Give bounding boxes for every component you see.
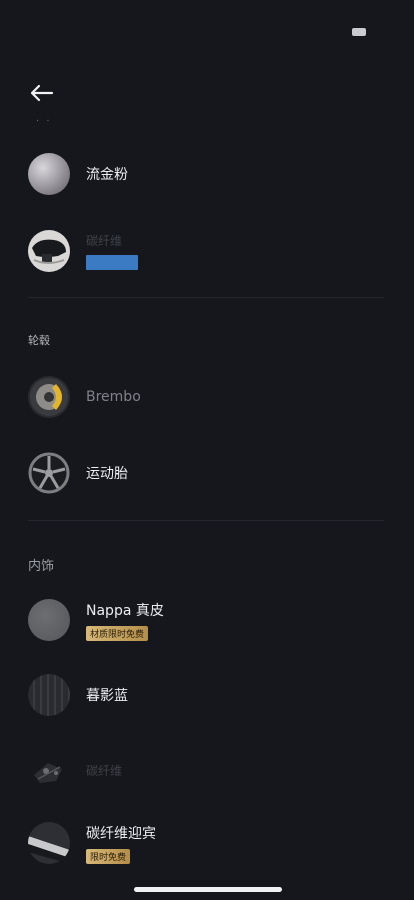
carbon-part-thumb (28, 749, 70, 791)
home-indicator[interactable] (134, 887, 282, 892)
divider (28, 297, 384, 298)
option-label: 暮影蓝 (86, 688, 128, 704)
option-label: 流金粉 (86, 167, 128, 183)
option-label: Brembo (86, 389, 141, 405)
promo-badge: 材质限时免费 (86, 625, 149, 641)
option-carbon-mirror[interactable]: 碳纤维 (28, 226, 394, 276)
faded-heading: · · (36, 116, 52, 127)
arrow-left-icon (30, 84, 54, 102)
section-title-interior: 内饰 (28, 559, 55, 574)
option-label: 碳纤维 (86, 234, 123, 248)
option-carbon-part[interactable]: 碳纤维 (28, 745, 394, 795)
option-wheel[interactable]: 运动胎 (28, 448, 394, 498)
brake-caliper-thumb (28, 376, 70, 418)
option-label: 碳纤维迎宾 (86, 825, 156, 842)
section-title-wheels: 轮毂 (28, 334, 50, 347)
battery-icon (352, 28, 366, 36)
option-dusk-blue[interactable]: 暮影蓝 (28, 670, 394, 720)
swatch-rose-gold (28, 153, 70, 195)
option-label: 碳纤维 (86, 763, 123, 778)
carbon-sill-thumb (28, 822, 70, 864)
color-tag (86, 255, 138, 270)
back-button[interactable] (26, 80, 56, 106)
promo-badge: 限时免费 (86, 848, 131, 864)
carbon-mirror-thumb (28, 230, 70, 272)
option-rose-gold[interactable]: 流金粉 (28, 149, 394, 199)
option-carbon-sill[interactable]: 碳纤维迎宾 限时免费 (28, 818, 394, 868)
wheel-rim-thumb (28, 452, 70, 494)
option-brembo[interactable]: Brembo (28, 372, 394, 422)
divider (28, 520, 384, 521)
grey-leather-thumb (28, 599, 70, 641)
option-nappa[interactable]: Nappa 真皮 材质限时免费 (28, 595, 394, 645)
option-label: Nappa 真皮 (86, 602, 164, 619)
option-label: 运动胎 (86, 466, 128, 482)
dark-stripes-thumb (28, 674, 70, 716)
